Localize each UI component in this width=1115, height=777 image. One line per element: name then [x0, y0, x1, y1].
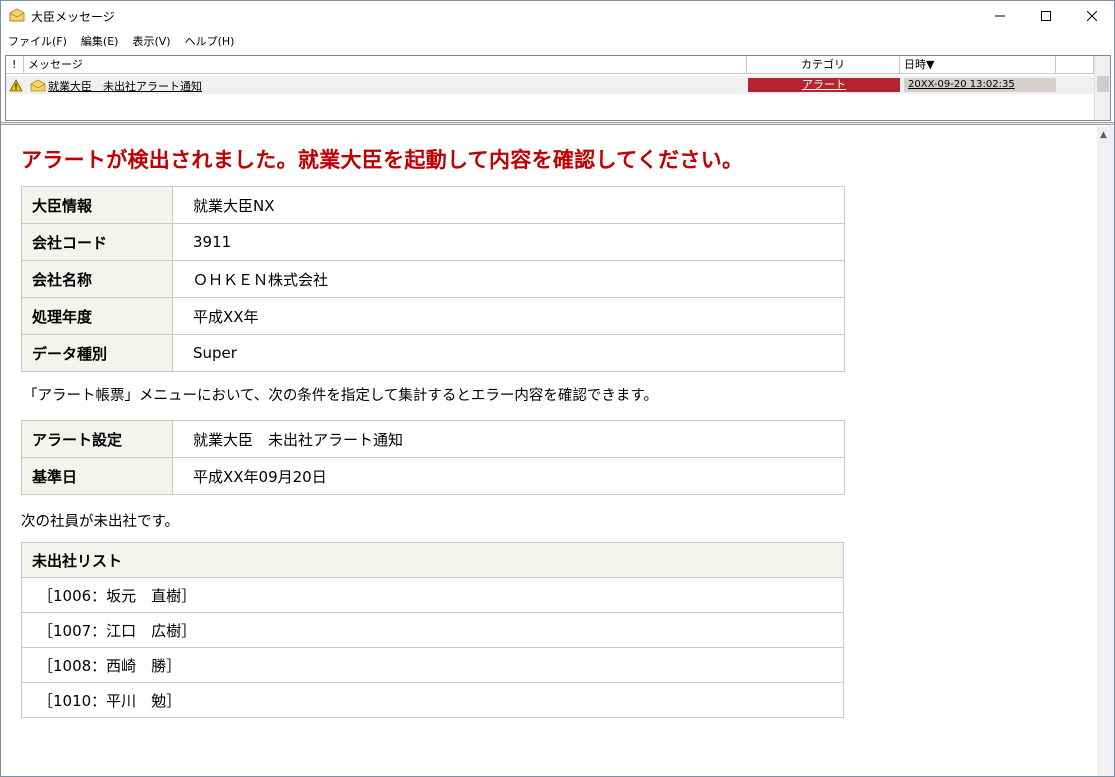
info-row: 大臣情報 就業大臣NX [21, 186, 845, 224]
info-row: 会社名称 ＯＨＫＥＮ株式会社 [21, 260, 845, 298]
table-row: ［1006：坂元 直樹］ [21, 577, 844, 613]
absent-list-header-row: 未出社リスト [21, 542, 844, 578]
column-filler [1056, 56, 1094, 74]
list-row[interactable]: 就業大臣 未出社アラート通知 アラート 20XX-09-20 13:02:35 [6, 76, 1094, 94]
minimize-button[interactable] [977, 1, 1023, 31]
row-message[interactable]: 就業大臣 未出社アラート通知 [48, 78, 202, 94]
warning-icon [9, 79, 23, 92]
message-list: ! メッセージ カテゴリ 日時▼ 就業大臣 未出社アラート通知 アラート 20X… [5, 55, 1111, 121]
info-value: 就業大臣NX [172, 186, 845, 224]
app-window: 大臣メッセージ ファイル(F) 編集(E) 表示(V) ヘルプ(H) ! メッセ… [0, 0, 1115, 777]
detail-pane: アラートが検出されました。就業大臣を起動して内容を確認してください。 大臣情報就… [1, 126, 1114, 776]
scroll-up-icon[interactable]: ▲ [1100, 130, 1107, 140]
info-value: 3911 [172, 223, 845, 261]
column-category[interactable]: カテゴリ [747, 56, 900, 74]
table-row: ［1007：江口 広樹］ [21, 612, 844, 648]
row-date[interactable]: 20XX-09-20 13:02:35 [904, 78, 1056, 92]
table-row: ［1010：平川 勉］ [21, 682, 844, 718]
condition-row: 基準日 平成XX年09月20日 [21, 457, 845, 495]
info-value: ＯＨＫＥＮ株式会社 [172, 260, 845, 298]
info-value: 平成XX年 [172, 297, 845, 335]
pane-splitter[interactable] [1, 122, 1114, 125]
menu-bar: ファイル(F) 編集(E) 表示(V) ヘルプ(H) [1, 32, 1114, 52]
condition-label: 基準日 [21, 457, 173, 495]
close-icon [1087, 11, 1097, 21]
envelope-icon [9, 8, 25, 22]
absent-note: 次の社員が未出社です。 [21, 514, 180, 530]
info-row: 会社コード 3911 [21, 223, 845, 261]
column-flag[interactable]: ! [6, 56, 24, 74]
close-button[interactable] [1069, 1, 1115, 31]
table-row: ［1008：西崎 勝］ [21, 647, 844, 683]
info-label: データ種別 [21, 334, 173, 372]
menu-help[interactable]: ヘルプ(H) [178, 32, 242, 52]
detail-scrollbar[interactable]: ▲ [1097, 126, 1114, 776]
info-value: Super [172, 334, 845, 372]
instruction-note: 「アラート帳票」メニューにおいて、次の条件を指定して集計するとエラー内容を確認で… [23, 388, 658, 404]
absent-list-header: 未出社リスト [21, 542, 844, 578]
menu-file[interactable]: ファイル(F) [1, 32, 74, 52]
list-scrollbar[interactable] [1094, 56, 1110, 120]
condition-value: 平成XX年09月20日 [172, 457, 845, 495]
column-date[interactable]: 日時▼ [900, 56, 1056, 74]
info-label: 大臣情報 [21, 186, 173, 224]
absent-employee: ［1010：平川 勉］ [21, 682, 844, 718]
list-scrollbar-thumb[interactable] [1097, 76, 1109, 92]
window-title: 大臣メッセージ [31, 10, 115, 24]
minimize-icon [995, 15, 1005, 17]
info-label: 会社名称 [21, 260, 173, 298]
absent-employee: ［1006：坂元 直樹］ [21, 577, 844, 613]
info-row: 処理年度 平成XX年 [21, 297, 845, 335]
menu-view[interactable]: 表示(V) [125, 32, 177, 52]
menu-edit[interactable]: 編集(E) [74, 32, 126, 52]
column-message[interactable]: メッセージ [24, 56, 747, 74]
info-row: データ種別 Super [21, 334, 845, 372]
list-header: ! メッセージ カテゴリ 日時▼ [6, 56, 1110, 74]
info-label: 会社コード [21, 223, 173, 261]
absent-employee: ［1008：西崎 勝］ [21, 647, 844, 683]
condition-label: アラート設定 [21, 420, 173, 458]
info-label: 処理年度 [21, 297, 173, 335]
absent-list-table: 未出社リスト ［1006：坂元 直樹］ ［1007：江口 広樹］ ［1008：西… [21, 542, 844, 718]
absent-employee: ［1007：江口 広樹］ [21, 612, 844, 648]
minister-info-table: 大臣情報 就業大臣NX 会社コード 3911 会社名称 ＯＨＫＥＮ株式会社 処理年度平… [21, 186, 845, 372]
conditions-table: アラート設定 就業大臣 未出社アラート通知 基準日 平成XX年09月20日 [21, 420, 845, 495]
condition-row: アラート設定 就業大臣 未出社アラート通知 [21, 420, 845, 458]
condition-value: 就業大臣 未出社アラート通知 [172, 420, 845, 458]
title-bar: 大臣メッセージ [1, 1, 1114, 31]
maximize-button[interactable] [1023, 1, 1069, 31]
open-envelope-icon [30, 79, 46, 92]
row-category-badge[interactable]: アラート [748, 78, 900, 92]
alert-headline: アラートが検出されました。就業大臣を起動して内容を確認してください。 [21, 148, 744, 172]
maximize-icon [1041, 11, 1051, 21]
